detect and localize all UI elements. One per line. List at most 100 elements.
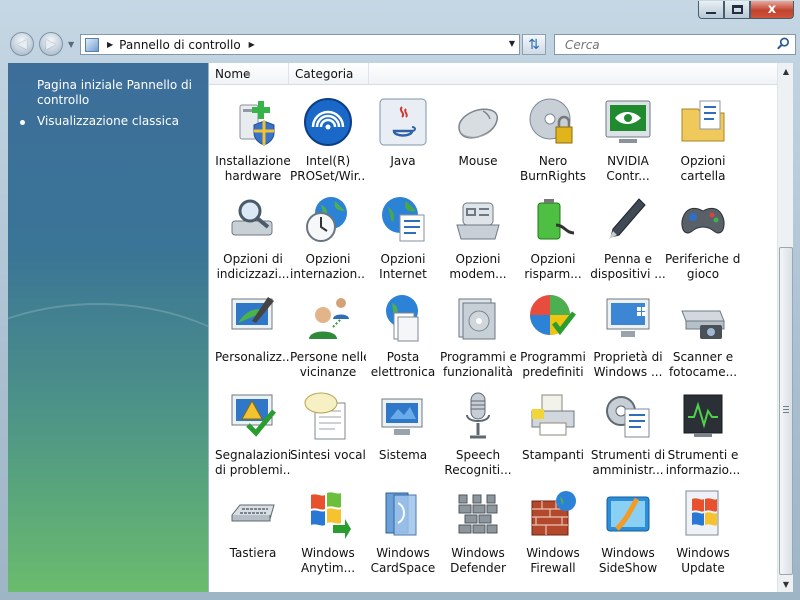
cardspace-icon [385,492,417,536]
item-label-line1: Windows [601,546,655,560]
scroll-down-button[interactable]: ▼ [779,576,793,592]
breadcrumb-control-panel[interactable]: Pannello di controllo [119,38,241,52]
modem-options-icon [456,202,500,240]
breadcrumb-chevron-icon[interactable]: ▶ [249,40,255,49]
item-label-line1: Strumenti di [590,448,666,462]
search-input[interactable] [565,37,765,52]
item-label-line2: internazion... [290,267,366,281]
item-label-line2: Contr... [606,169,650,183]
control-panel-item[interactable]: Strumenti e informazio... [665,387,741,483]
item-label: Windows Update [665,546,741,576]
control-panel-item[interactable]: Scanner e fotocame... [665,289,741,385]
intel-wireless-icon [304,98,352,146]
default-programs-icon [530,295,576,336]
item-label: Segnalazioni di problemi... [215,448,291,478]
maximize-button[interactable] [724,1,750,19]
column-header-name[interactable]: ▲ Nome [209,63,289,85]
scroll-up-button[interactable]: ▲ [779,63,793,79]
java-icon [379,98,427,146]
item-label: Speech Recogniti... [440,448,516,478]
item-label: Opzioni risparm... [515,252,591,282]
item-label-line1: Windows [376,546,430,560]
refresh-button[interactable]: ⇅ [522,34,546,55]
control-panel-item[interactable]: Opzioni Internet [365,191,441,287]
item-label: Penna e dispositivi ... [590,252,666,282]
control-panel-item[interactable]: Opzioni di indicizzazi... [215,191,291,287]
control-panel-item[interactable]: Windows Anytim... [290,485,366,581]
scroll-thumb[interactable] [779,247,793,575]
indexing-options-icon [231,199,273,236]
item-label-line1: Opzioni [680,154,726,168]
control-panel-item[interactable]: Programmi e funzionalità [440,289,516,385]
control-panel-item[interactable]: Nero BurnRights [515,93,591,189]
item-label: Periferiche di gioco [665,252,741,282]
control-panel-item[interactable]: Opzioni cartella [665,93,741,189]
control-panel-item[interactable]: NVIDIA Contr... [590,93,666,189]
item-label: Java [365,154,441,169]
column-label: Categoria [295,67,354,81]
vertical-scrollbar[interactable]: ▲ ▼ [777,63,793,592]
item-label: Windows Anytim... [290,546,366,576]
close-button[interactable]: x [750,1,794,19]
back-button[interactable]: ◀ [10,32,34,56]
column-header-category[interactable]: Categoria [289,63,369,85]
item-label: Opzioni cartella [665,154,741,184]
control-panel-item[interactable]: Segnalazioni di problemi... [215,387,291,483]
item-label-line1: Installazione [215,154,291,168]
control-panel-item[interactable]: Personalizz... [215,289,291,385]
breadcrumb-chevron-icon[interactable]: ▶ [107,40,113,49]
windows-anytime-icon [311,492,351,539]
control-panel-item[interactable]: Tastiera [215,485,291,581]
item-label: Strumenti e informazio... [665,448,741,478]
forward-arrow-icon: ▶ [46,36,56,52]
control-panel-item[interactable]: Opzioni internazion... [290,191,366,287]
forward-button[interactable]: ▶ [39,32,63,56]
sideshow-icon [606,496,650,532]
item-label: Windows Defender [440,546,516,576]
item-label-line2: amministr... [592,463,664,477]
control-panel-item[interactable]: Posta elettronica [365,289,441,385]
item-label-line2: dispositivi ... [590,267,666,281]
recent-pages-dropdown[interactable]: ▼ [68,40,74,49]
control-panel-item[interactable]: Opzioni risparm... [515,191,591,287]
item-label-line2: predefiniti [522,365,584,379]
item-label-line1: NVIDIA [607,154,649,168]
control-panel-home-link[interactable]: Pagina iniziale Pannello di controllo [37,78,197,108]
item-label: Stampanti [515,448,591,463]
control-panel-item[interactable]: Stampanti [515,387,591,483]
control-panel-item[interactable]: Strumenti di amministr... [590,387,666,483]
classic-view-link[interactable]: Visualizzazione classica [37,114,207,129]
control-panel-item[interactable]: Windows SideShow [590,485,666,581]
address-bar[interactable]: ▶ Pannello di controllo ▶ ▼ [80,34,520,55]
printer-icon [531,394,575,436]
control-panel-item[interactable]: Programmi predefiniti [515,289,591,385]
item-label: Nero BurnRights [515,154,591,184]
item-label: Windows Firewall [515,546,591,576]
control-panel-item[interactable]: Speech Recogniti... [440,387,516,483]
control-panel-item[interactable]: Java [365,93,441,189]
control-panel-item[interactable]: Mouse [440,93,516,189]
control-panel-item[interactable]: Windows Update [665,485,741,581]
control-panel-item[interactable]: Sintesi vocale [290,387,366,483]
control-panel-item[interactable]: Windows Defender [440,485,516,581]
control-panel-item[interactable]: Intel(R) PROSet/Wir... [290,93,366,189]
control-panel-item[interactable]: Windows Firewall [515,485,591,581]
control-panel-item[interactable]: Periferiche di gioco [665,191,741,287]
text-to-speech-icon [304,392,346,440]
search-icon[interactable] [777,37,790,50]
item-label-line2: indicizzazi... [216,267,290,281]
control-panel-item[interactable]: Opzioni modem... [440,191,516,287]
address-dropdown-icon[interactable]: ▼ [509,39,515,48]
minimize-button[interactable] [698,1,724,19]
control-panel-item[interactable]: Proprietà di Windows ... [590,289,666,385]
control-panel-item[interactable]: Windows CardSpace [365,485,441,581]
item-label-line1: Programmi [520,350,586,364]
item-label-line1: Windows [301,546,355,560]
item-label-line1: Proprietà di [593,350,663,364]
control-panel-item[interactable]: Penna e dispositivi ... [590,191,666,287]
control-panel-item[interactable]: Installazione hardware [215,93,291,189]
item-label-line2: CardSpace [370,561,436,575]
control-panel-item[interactable]: Persone nelle vicinanze [290,289,366,385]
item-label-line1: Windows [526,546,580,560]
control-panel-item[interactable]: Sistema [365,387,441,483]
